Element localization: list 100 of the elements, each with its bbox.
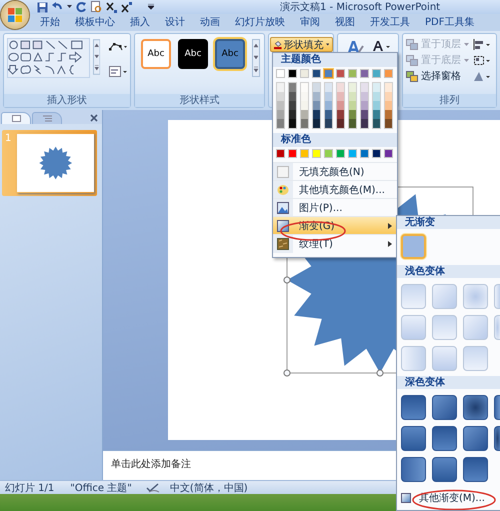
gradient-swatch[interactable]: [401, 315, 426, 340]
color-swatch[interactable]: [373, 83, 380, 92]
gradient-swatch[interactable]: [401, 395, 426, 420]
color-swatch[interactable]: [348, 149, 357, 158]
color-swatch[interactable]: [276, 69, 285, 78]
save-icon[interactable]: [37, 2, 48, 12]
color-swatch[interactable]: [277, 101, 284, 110]
color-swatch[interactable]: [337, 83, 344, 92]
gradient-swatch[interactable]: [432, 315, 457, 340]
color-swatch[interactable]: [385, 83, 392, 92]
color-swatch[interactable]: [373, 101, 380, 110]
color-swatch[interactable]: [384, 149, 393, 158]
gradient-swatch[interactable]: [401, 284, 426, 309]
menu-item[interactable]: 无填充颜色(N): [273, 162, 397, 180]
color-swatch[interactable]: [312, 149, 321, 158]
ribbon-tab[interactable]: 动画: [198, 15, 222, 30]
rotate-icon[interactable]: [473, 71, 491, 82]
gradient-swatch[interactable]: [401, 346, 426, 371]
redo-icon[interactable]: [76, 2, 87, 12]
color-swatch[interactable]: [277, 110, 284, 119]
color-swatch[interactable]: [349, 110, 356, 119]
ribbon-tab[interactable]: 幻灯片放映: [233, 15, 287, 30]
color-swatch[interactable]: [313, 119, 320, 128]
gradient-swatch[interactable]: [432, 395, 457, 420]
color-swatch[interactable]: [373, 110, 380, 119]
color-swatch[interactable]: [301, 119, 308, 128]
color-swatch[interactable]: [349, 83, 356, 92]
ribbon-tab[interactable]: PDF工具集: [423, 15, 476, 30]
ribbon-tab[interactable]: 审阅: [298, 15, 322, 30]
gradient-swatch[interactable]: [463, 457, 488, 482]
color-swatch[interactable]: [313, 110, 320, 119]
color-swatch[interactable]: [336, 69, 345, 78]
gradient-swatch[interactable]: [463, 346, 488, 371]
text-box-icon[interactable]: [109, 66, 127, 78]
edit-shape-icon[interactable]: [109, 42, 127, 52]
ribbon-tab[interactable]: 开始: [38, 15, 62, 30]
color-swatch[interactable]: [313, 83, 320, 92]
gradient-swatch[interactable]: [432, 346, 457, 371]
gradient-swatch[interactable]: [432, 457, 457, 482]
gradient-swatch[interactable]: [463, 284, 488, 309]
color-swatch[interactable]: [361, 110, 368, 119]
color-swatch[interactable]: [313, 101, 320, 110]
shape-style-swatch[interactable]: Abc: [215, 39, 245, 69]
gradient-swatch[interactable]: [494, 315, 500, 340]
color-swatch[interactable]: [301, 92, 308, 101]
color-swatch[interactable]: [301, 83, 308, 92]
gradient-swatch[interactable]: [401, 457, 426, 482]
color-swatch[interactable]: [373, 119, 380, 128]
slides-tab[interactable]: [1, 112, 31, 124]
gradient-swatch[interactable]: [463, 315, 488, 340]
color-swatch[interactable]: [325, 92, 332, 101]
superscript-icon[interactable]: [121, 2, 132, 12]
color-swatch[interactable]: [289, 110, 296, 119]
color-swatch[interactable]: [277, 83, 284, 92]
ribbon-tab[interactable]: 设计: [163, 15, 187, 30]
color-swatch[interactable]: [337, 110, 344, 119]
gradient-swatch[interactable]: [463, 426, 488, 451]
ribbon-tab[interactable]: 开发工具: [368, 15, 412, 30]
color-swatch[interactable]: [289, 119, 296, 128]
color-swatch[interactable]: [361, 92, 368, 101]
color-swatch[interactable]: [313, 92, 320, 101]
color-swatch[interactable]: [361, 119, 368, 128]
color-swatch[interactable]: [337, 92, 344, 101]
color-swatch[interactable]: [312, 69, 321, 78]
arrange-button[interactable]: 选择窗格: [406, 69, 469, 83]
color-swatch[interactable]: [325, 83, 332, 92]
color-swatch[interactable]: [324, 69, 333, 78]
color-swatch[interactable]: [385, 110, 392, 119]
gradient-swatch[interactable]: [494, 284, 500, 309]
color-swatch[interactable]: [337, 101, 344, 110]
subscript-icon[interactable]: [106, 2, 117, 12]
color-swatch[interactable]: [360, 149, 369, 158]
color-swatch[interactable]: [372, 69, 381, 78]
color-swatch[interactable]: [301, 101, 308, 110]
menu-item[interactable]: 其他填充颜色(M)...: [273, 180, 397, 198]
shape-style-swatch[interactable]: Abc: [141, 39, 171, 69]
gradient-swatch[interactable]: [494, 426, 500, 451]
ribbon-tab[interactable]: 插入: [128, 15, 152, 30]
color-swatch[interactable]: [277, 119, 284, 128]
close-icon[interactable]: [90, 114, 98, 122]
shape-style-swatch[interactable]: Abc: [178, 39, 208, 69]
color-swatch[interactable]: [325, 110, 332, 119]
color-swatch[interactable]: [336, 149, 345, 158]
color-swatch[interactable]: [348, 69, 357, 78]
gallery-scrollbar[interactable]: [252, 39, 260, 77]
color-swatch[interactable]: [289, 83, 296, 92]
color-swatch[interactable]: [349, 119, 356, 128]
color-swatch[interactable]: [385, 119, 392, 128]
color-swatch[interactable]: [324, 149, 333, 158]
gradient-swatch[interactable]: [401, 234, 426, 259]
gradient-swatch[interactable]: [494, 395, 500, 420]
gallery-scrollbar[interactable]: [92, 38, 100, 76]
customize-caret-icon[interactable]: [148, 4, 154, 10]
color-swatch[interactable]: [361, 101, 368, 110]
color-swatch[interactable]: [385, 92, 392, 101]
gradient-swatch[interactable]: [401, 426, 426, 451]
color-swatch[interactable]: [288, 69, 297, 78]
outline-tab[interactable]: [32, 112, 62, 124]
align-icon[interactable]: [473, 39, 491, 50]
color-swatch[interactable]: [288, 149, 297, 158]
